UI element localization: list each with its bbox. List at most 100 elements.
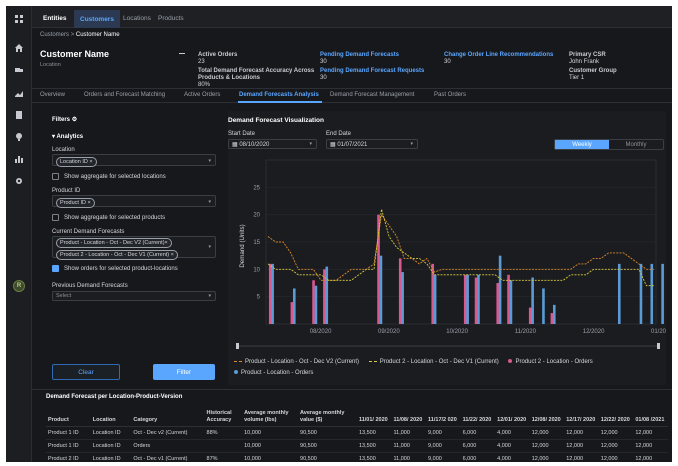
product-select[interactable]: Product ID × ▾	[52, 195, 216, 208]
bar	[271, 263, 274, 324]
bar	[290, 302, 294, 324]
table-cell: Location ID	[90, 452, 132, 462]
tab-entities[interactable]: Entities	[43, 15, 66, 22]
gear-icon[interactable]: ⚙	[72, 117, 77, 123]
chip-close-icon[interactable]: ×	[88, 200, 91, 206]
gear-icon[interactable]	[14, 176, 24, 186]
table-row[interactable]: Product 2 ID Location ID Oct - Dec v1 (Cur…	[46, 452, 668, 462]
analytics-section-toggle[interactable]: ▾ Analytics	[52, 133, 83, 140]
start-date-picker[interactable]: ▦ 08/10/2020 ▾	[228, 139, 317, 149]
product-chip[interactable]: Product ID ×	[56, 198, 95, 208]
table-row[interactable]: Product 1 ID Location ID Orders 10,000 90,50…	[46, 439, 668, 453]
tab-orders-forecast-matching[interactable]: Orders and Forecast Matching	[84, 92, 165, 98]
end-date-picker[interactable]: ▦ 01/07/2021 ▾	[326, 139, 418, 149]
location-chip[interactable]: Location ID ×	[56, 157, 97, 167]
table-cell: 6,000	[460, 426, 496, 440]
avatar[interactable]: R	[13, 280, 25, 292]
location-aggregate-checkbox[interactable]	[52, 173, 59, 180]
tab-active-orders[interactable]: Active Orders	[184, 92, 220, 98]
group-value: Tier 1	[569, 75, 585, 81]
column-header[interactable]: Historical Accuracy	[204, 408, 243, 427]
weekly-toggle[interactable]: Weekly	[555, 140, 609, 149]
table-cell: 12,000	[564, 439, 599, 453]
location-aggregate-label: Show aggregate for selected locations	[64, 174, 166, 180]
column-header[interactable]: Location	[90, 408, 132, 427]
bulb-icon[interactable]	[14, 132, 24, 142]
pending-label[interactable]: Pending Demand Forecasts	[320, 52, 440, 59]
column-header[interactable]: 01/08 /2021	[633, 408, 668, 427]
change-label[interactable]: Change Order Line Recommendations	[444, 52, 568, 59]
legend-item[interactable]: Product 2 - Location - Oct - Dec V1 (Cur…	[368, 357, 499, 368]
column-header[interactable]: 12/17/ 2020	[564, 408, 599, 427]
document-icon[interactable]	[14, 110, 24, 120]
change-recommendations-kpi[interactable]: Change Order Line Recommendations 30	[444, 52, 568, 66]
current-forecast-chip[interactable]: Product 2 - Location - Oct - Dec V1 (Cur…	[56, 250, 178, 260]
collapse-icon[interactable]	[179, 53, 185, 54]
column-header[interactable]: 11/01/ 2020	[356, 408, 392, 427]
accuracy-label: Total Demand Forecast Accuracy Across Pr…	[198, 68, 315, 81]
column-header[interactable]: Category	[131, 408, 205, 427]
bar	[661, 263, 664, 324]
show-orders-label: Show orders for selected product-locatio…	[64, 266, 178, 272]
bar	[314, 285, 318, 324]
filter-button[interactable]: Filter	[153, 364, 215, 380]
bar	[531, 277, 534, 324]
current-forecast-chip[interactable]: Product - Location - Oct - Dec V2 (Curre…	[56, 238, 172, 248]
column-header[interactable]: 11/22/ 2020	[460, 408, 496, 427]
tab-customers[interactable]: Customers	[74, 10, 120, 28]
tab-locations[interactable]: Locations	[123, 15, 151, 22]
chip-close-icon[interactable]: ×	[171, 252, 174, 258]
bar	[477, 274, 480, 324]
clear-button[interactable]: Clear	[52, 364, 120, 380]
home-icon[interactable]	[14, 43, 24, 53]
location-select[interactable]: Location ID × ▾	[52, 154, 216, 167]
pending-requests-label[interactable]: Pending Demand Forecast Requests	[320, 68, 440, 75]
column-header[interactable]: 12/01/ 2020	[495, 408, 530, 427]
truck-icon[interactable]	[14, 65, 24, 75]
column-header[interactable]: 11/17/2 020	[426, 408, 461, 427]
column-header[interactable]: 12/08/ 2020	[529, 408, 565, 427]
show-orders-checkbox[interactable]	[52, 265, 59, 272]
table-cell: Product 2 ID	[46, 452, 91, 462]
table-title: Demand Forecast per Location-Product-Ver…	[46, 394, 183, 400]
legend-item[interactable]: Product - Location - Orders	[234, 368, 313, 379]
tab-overview[interactable]: Overview	[40, 92, 65, 98]
tab-demand-forecast-management[interactable]: Demand Forecast Management	[330, 92, 414, 98]
current-forecasts-select[interactable]: Product - Location - Oct - Dec V2 (Curre…	[52, 236, 216, 260]
table-cell: 90,500	[298, 426, 357, 440]
chip-close-icon[interactable]: ×	[89, 159, 92, 165]
legend-item[interactable]: Product - Location - Oct - Dec V2 (Curre…	[234, 357, 359, 368]
bar	[463, 274, 467, 324]
app-grid-icon[interactable]	[14, 14, 24, 24]
product-aggregate-checkbox[interactable]	[52, 214, 59, 221]
column-header[interactable]: Product	[46, 408, 91, 427]
chart-bars-icon[interactable]	[14, 154, 24, 164]
chart-line-icon[interactable]	[14, 88, 24, 98]
pending-forecasts-kpi[interactable]: Pending Demand Forecasts 30 Pending Demand…	[320, 52, 440, 82]
tab-products[interactable]: Products	[158, 15, 184, 22]
chevron-down-icon: ▾	[208, 158, 211, 164]
chip-close-icon[interactable]: ×	[165, 240, 168, 246]
column-header[interactable]: 11/08/ 2020	[391, 408, 427, 427]
column-header[interactable]: Average monthly volume (lbs)	[242, 408, 299, 427]
legend-label: Product 2 - Location - Oct - Dec V1 (Cur…	[379, 359, 499, 365]
start-date-label: Start Date	[228, 131, 256, 137]
monthly-toggle[interactable]: Monthly	[609, 140, 663, 149]
previous-forecasts-select[interactable]: Select ▾	[52, 291, 216, 301]
legend-item[interactable]: Product 2 - Location - Orders	[508, 357, 593, 368]
scroll-handle-right	[657, 343, 660, 349]
customer-location: Location	[40, 62, 61, 68]
table-row[interactable]: Product 1 ID Location ID Oct - Dec v2 (Cur…	[46, 426, 668, 440]
chevron-down-icon: ▾	[208, 199, 211, 205]
table-cell: Oct - Dec v2 (Current)	[131, 426, 205, 440]
breadcrumb-parent[interactable]: Customers	[40, 32, 69, 38]
calendar-icon: ▦	[232, 142, 238, 148]
bar	[379, 255, 383, 324]
column-header[interactable]: 12/22/ 2020	[598, 408, 634, 427]
table-cell: 88%	[204, 426, 243, 440]
column-header[interactable]: Average monthly value ($)	[298, 408, 357, 427]
page-title: Customer Name	[40, 49, 110, 59]
legend-swatch	[508, 359, 513, 364]
tab-demand-forecasts-analysis[interactable]: Demand Forecasts Analysis	[239, 92, 319, 98]
tab-past-orders[interactable]: Past Orders	[434, 92, 466, 98]
